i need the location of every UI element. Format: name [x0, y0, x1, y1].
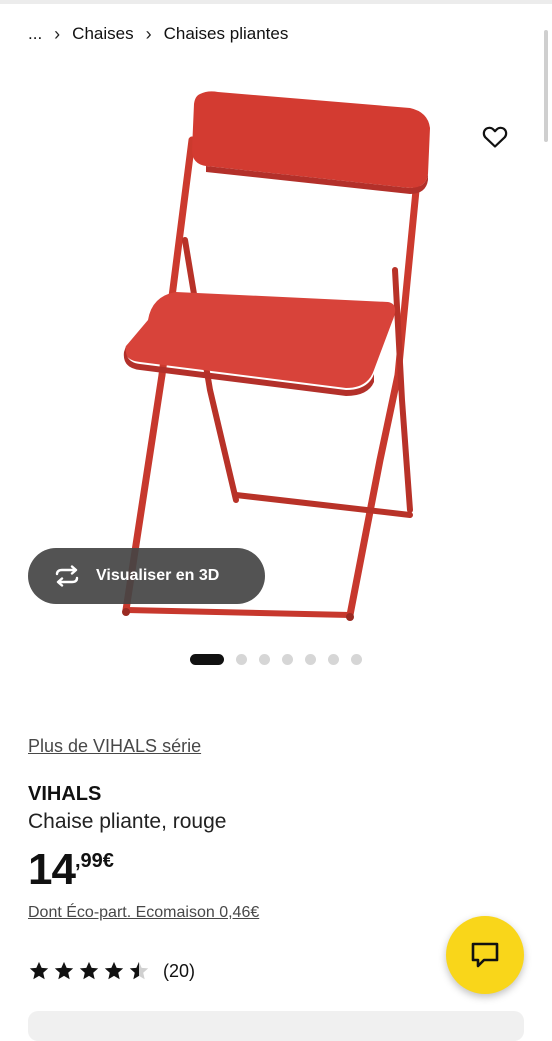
view-in-3d-button[interactable]: Visualiser en 3D — [28, 548, 265, 604]
star-full-icon — [54, 961, 74, 980]
carousel-dot[interactable] — [351, 654, 362, 665]
carousel-dot[interactable] — [259, 654, 270, 665]
chat-bubble-icon — [471, 942, 499, 968]
carousel-dot-active[interactable] — [190, 654, 224, 665]
eco-participation-link[interactable]: Dont Éco-part. Ecomaison 0,46€ — [28, 904, 259, 922]
star-full-icon — [104, 961, 124, 980]
breadcrumb: ... › Chaises › Chaises pliantes — [28, 22, 288, 46]
star-full-icon — [79, 961, 99, 980]
star-half-icon — [129, 961, 149, 980]
rotate-3d-icon — [52, 561, 82, 591]
breadcrumb-item-chaises-pliantes[interactable]: Chaises pliantes — [164, 24, 289, 44]
rating[interactable]: (20) — [28, 960, 195, 982]
view-in-3d-label: Visualiser en 3D — [96, 567, 220, 584]
carousel-dot[interactable] — [282, 654, 293, 665]
chevron-right-icon: › — [54, 23, 61, 44]
breadcrumb-item-chaises[interactable]: Chaises — [72, 24, 133, 44]
chevron-right-icon: › — [145, 23, 152, 44]
product-price: 14 ,99€ — [28, 844, 114, 896]
product-name: VIHALS — [28, 783, 102, 805]
breadcrumb-ellipsis[interactable]: ... — [28, 24, 42, 44]
series-link[interactable]: Plus de VIHALS série — [28, 736, 201, 757]
chat-button[interactable] — [446, 916, 524, 994]
next-section-card — [28, 1011, 524, 1041]
price-integer: 14 — [28, 845, 76, 894]
price-decimal: ,99€ — [74, 850, 114, 872]
product-description: Chaise pliante, rouge — [28, 810, 227, 833]
review-count: (20) — [163, 960, 196, 981]
carousel-indicator — [0, 654, 552, 665]
top-edge — [0, 0, 552, 4]
carousel-dot[interactable] — [305, 654, 316, 665]
heart-outline-icon — [482, 126, 508, 148]
carousel-dot[interactable] — [328, 654, 339, 665]
add-to-wishlist-button[interactable] — [470, 112, 520, 162]
carousel-dot[interactable] — [236, 654, 247, 665]
star-full-icon — [29, 961, 49, 980]
